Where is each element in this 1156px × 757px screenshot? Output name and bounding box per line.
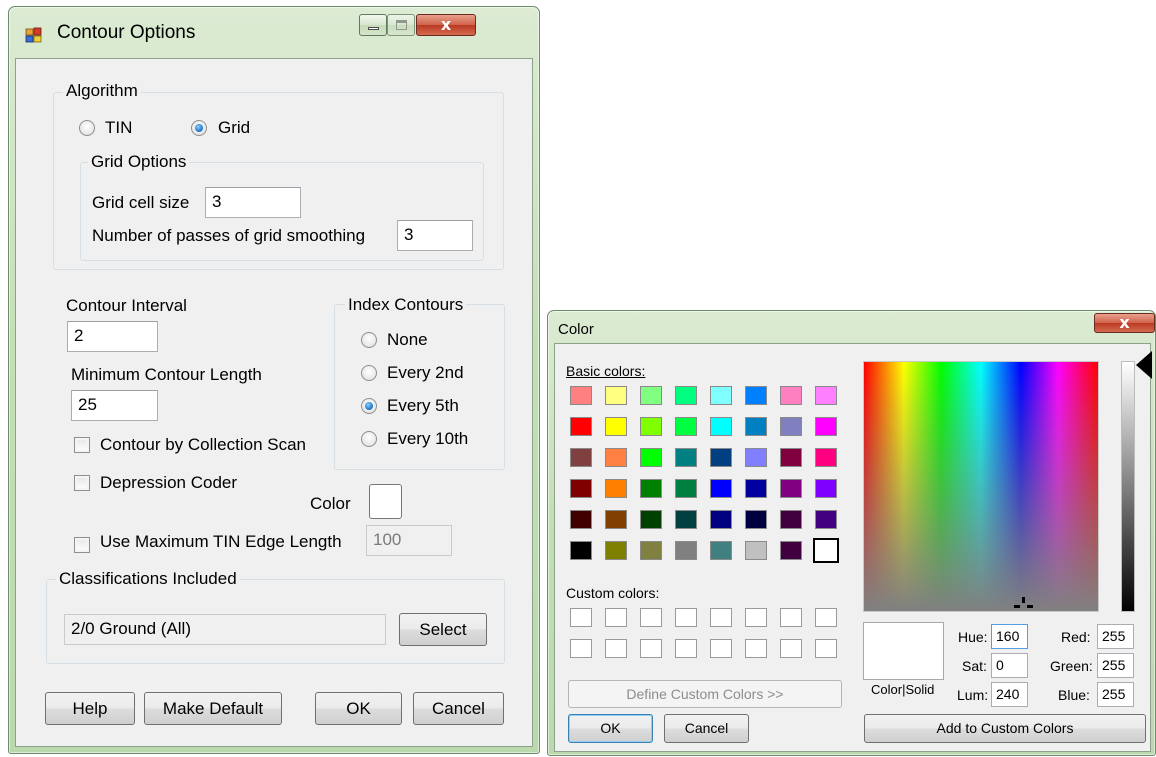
custom-color-swatch[interactable] [710,608,732,627]
index-every-10th-label[interactable]: Every 10th [387,429,468,449]
green-input[interactable]: 255 [1097,653,1134,678]
custom-color-swatch[interactable] [780,639,802,658]
grid-smoothing-passes-label: Number of passes of grid smoothing [92,226,366,245]
color-cancel-button[interactable]: Cancel [664,714,749,743]
custom-color-swatch[interactable] [605,639,627,658]
red-input[interactable]: 255 [1097,624,1134,649]
minimize-icon [368,27,379,30]
contour-by-collection-scan-label[interactable]: Contour by Collection Scan [100,435,306,455]
custom-colors-grid [555,344,855,674]
sat-label: Sat: [962,658,987,674]
grid-radio-label[interactable]: Grid [218,118,250,138]
index-every-2nd-label[interactable]: Every 2nd [387,363,464,383]
minimize-button[interactable] [359,14,387,36]
ok-button[interactable]: OK [315,692,402,725]
contour-by-collection-scan-checkbox[interactable] [74,437,90,453]
grid-radio[interactable] [191,120,207,136]
index-every-2nd-radio[interactable] [361,365,377,381]
custom-color-swatch[interactable] [675,639,697,658]
depression-coder-checkbox[interactable] [74,475,90,491]
contour-interval-label: Contour Interval [66,296,187,315]
hue-label: Hue: [958,629,988,645]
grid-smoothing-passes-input[interactable]: 3 [397,220,473,251]
select-classifications-button[interactable]: Select [399,613,487,646]
custom-color-swatch[interactable] [745,639,767,658]
color-solid-preview [863,622,944,680]
min-contour-length-label: Minimum Contour Length [71,365,262,384]
custom-color-swatch[interactable] [605,608,627,627]
index-none-label[interactable]: None [387,330,428,350]
custom-color-swatch[interactable] [745,608,767,627]
app-icon [25,26,43,44]
red-label: Red: [1061,629,1091,645]
blue-input[interactable]: 255 [1097,682,1134,707]
color-close-button[interactable]: x [1094,313,1155,333]
add-to-custom-colors-button[interactable]: Add to Custom Colors [864,714,1146,743]
maximize-icon [396,20,407,30]
use-max-tin-edge-label[interactable]: Use Maximum TIN Edge Length [100,532,342,552]
algorithm-group-title: Algorithm [63,81,141,101]
color-ok-button[interactable]: OK [568,714,653,743]
contour-options-window: Contour Options x Algorithm TIN Grid Gri… [8,6,540,754]
lum-input[interactable]: 240 [991,682,1028,707]
color-picker-swatch[interactable] [369,484,402,519]
grid-options-group-title: Grid Options [88,152,190,172]
maximize-button[interactable] [387,14,415,36]
tin-radio[interactable] [79,120,95,136]
use-max-tin-edge-checkbox[interactable] [74,537,90,553]
green-label: Green: [1050,658,1093,674]
window-title: Contour Options [57,22,196,43]
grid-cell-size-label: Grid cell size [92,193,190,212]
index-every-5th-label[interactable]: Every 5th [387,396,459,416]
classifications-value: 2/0 Ground (All) [64,614,386,645]
custom-color-swatch[interactable] [570,608,592,627]
max-tin-edge-input[interactable]: 100 [366,525,452,556]
color-spectrum[interactable] [863,361,1099,612]
grid-cell-size-input[interactable]: 3 [205,187,301,218]
color-client-area: Basic colors: Custom colors: Define Cust… [554,343,1152,752]
custom-color-swatch[interactable] [640,608,662,627]
make-default-button[interactable]: Make Default [144,692,282,725]
depression-coder-label[interactable]: Depression Coder [100,473,237,493]
luminance-arrow-icon[interactable] [1136,351,1152,379]
custom-color-swatch[interactable] [640,639,662,658]
blue-label: Blue: [1058,687,1090,703]
close-button[interactable]: x [416,14,476,36]
index-none-radio[interactable] [361,332,377,348]
cancel-button[interactable]: Cancel [413,692,504,725]
color-label: Color [310,494,351,513]
help-button[interactable]: Help [45,692,135,725]
index-contours-group-title: Index Contours [345,295,467,315]
hue-input[interactable]: 160 [991,624,1028,649]
custom-color-swatch[interactable] [815,608,837,627]
color-window: Color x Basic colors: Custom colors: Def… [547,310,1156,756]
min-contour-length-input[interactable]: 25 [71,390,158,421]
custom-color-swatch[interactable] [675,608,697,627]
classifications-group-title: Classifications Included [56,569,240,589]
dialog-client-area: Algorithm TIN Grid Grid Options Grid cel… [15,58,533,747]
index-every-10th-radio[interactable] [361,431,377,447]
define-custom-colors-button[interactable]: Define Custom Colors >> [568,680,842,708]
spectrum-crosshair-icon [1014,597,1033,616]
custom-color-swatch[interactable] [570,639,592,658]
custom-color-swatch[interactable] [710,639,732,658]
custom-color-swatch[interactable] [815,639,837,658]
luminance-slider[interactable] [1121,361,1135,612]
tin-radio-label[interactable]: TIN [105,118,132,138]
color-window-title: Color [558,321,594,338]
contour-interval-input[interactable]: 2 [67,321,158,352]
custom-color-swatch[interactable] [780,608,802,627]
index-every-5th-radio[interactable] [361,398,377,414]
lum-label: Lum: [957,687,989,703]
color-solid-label: Color|Solid [871,682,935,697]
sat-input[interactable]: 0 [991,653,1028,678]
